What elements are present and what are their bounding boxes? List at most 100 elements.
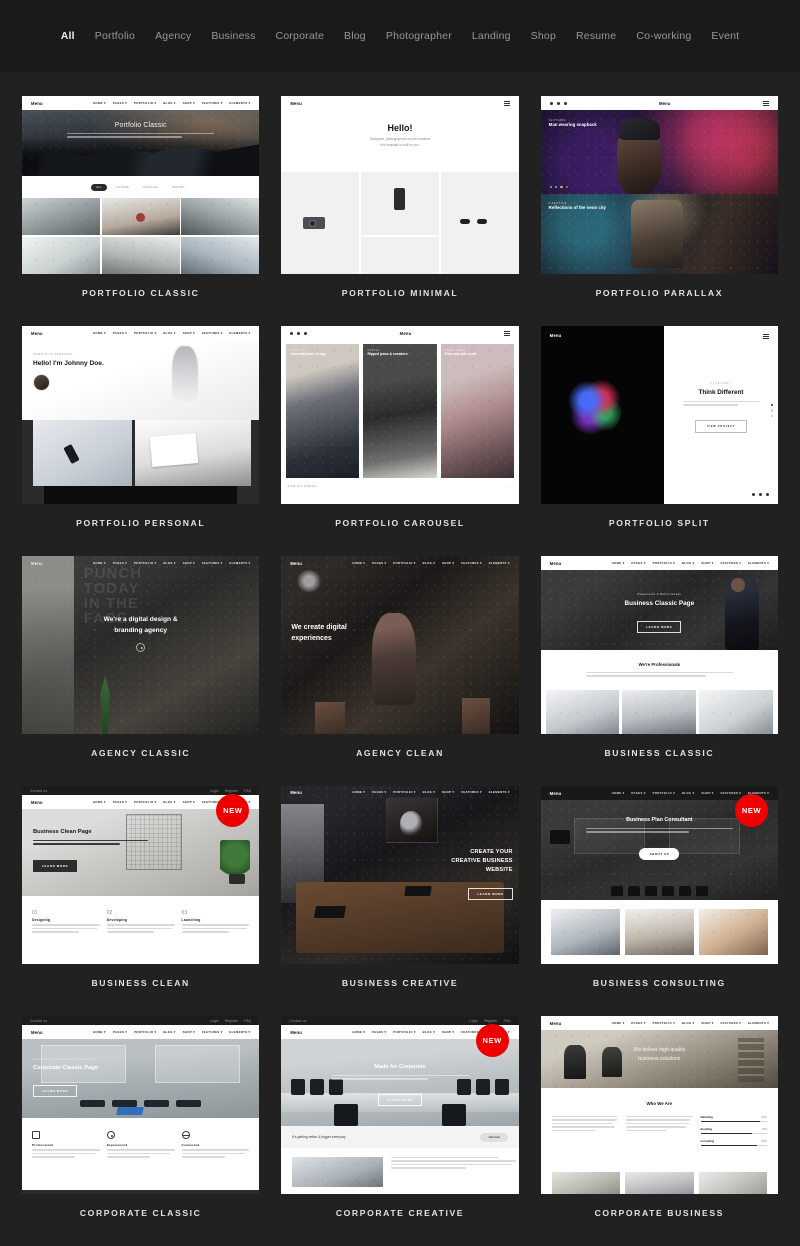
mock-filter-tab: NATURE <box>116 185 130 189</box>
mock-work-2[interactable] <box>135 420 252 486</box>
mock-menu-item: PAGES ▾ <box>112 800 127 804</box>
template-card-corporate-creative[interactable]: Contact us Login Register FAQ Menu HOME ▾ PA… <box>281 1016 519 1194</box>
template-grid-wrapper: Menu HOME ▾ PAGES ▾ PORTFOLIO ▾ BLOG ▾ SHOP ▾… <box>0 72 800 1246</box>
mock-menu: HOME ▾ PAGES ▾ PORTFOLIO ▾ BLOG ▾ SHOP ▾ FEAT… <box>93 101 250 105</box>
mock-socials[interactable] <box>751 493 769 496</box>
filter-item-blog[interactable]: Blog <box>334 27 376 45</box>
filter-item-landing[interactable]: Landing <box>462 27 521 45</box>
filter-item-resume[interactable]: Resume <box>566 27 626 45</box>
mock-dark-strip <box>44 486 238 504</box>
filter-item-photographer[interactable]: Photographer <box>376 27 462 45</box>
mock-skill: Marketing 90% <box>700 1116 767 1122</box>
template-card-business-creative[interactable]: CREATE YOUR CREATIVE BUSINESS WEBSITE LEAR… <box>281 786 519 964</box>
mock-navbar: Menu <box>281 326 519 340</box>
mock-hero-title: We're a digital design & branding agency <box>103 616 178 634</box>
mock-skill-value: 78% <box>761 1127 767 1131</box>
mock-view-project-button[interactable]: VIEW PROJECT <box>695 419 748 433</box>
mock-skills: Marketing 90% Branding 78% Consulting 85… <box>700 1116 767 1151</box>
play-icon[interactable] <box>136 643 146 652</box>
mock-learn-more-button[interactable]: LEARN MORE <box>33 1085 78 1097</box>
template-card-agency-clean[interactable]: We create digital experiences Menu HOME ▾… <box>281 556 519 734</box>
hamburger-icon[interactable] <box>762 100 769 106</box>
filter-item-shop[interactable]: Shop <box>521 27 566 45</box>
hamburger-icon[interactable] <box>762 334 769 339</box>
mock-feature-title: Experienced <box>106 1143 128 1147</box>
mock-features: Professional Experienced Connected <box>22 1118 260 1190</box>
pager-prev-icon[interactable]: ‹ <box>505 484 506 488</box>
template-card-portfolio-classic[interactable]: Menu HOME ▾ PAGES ▾ PORTFOLIO ▾ BLOG ▾ SHOP ▾… <box>22 96 260 274</box>
mock-menu-item: HOME ▾ <box>93 800 106 804</box>
mock-about-us-button[interactable]: ABOUT US <box>639 847 680 860</box>
mock-navbar: Menu HOME ▾ PAGES ▾ PORTFOLIO ▾ BLOG ▾ SHOP ▾… <box>22 326 260 340</box>
template-card-agency-classic[interactable]: PUNCH TODAY IN THE FACE. We're a digital de… <box>22 556 260 734</box>
new-badge: NEW <box>734 794 768 827</box>
template-caption-business-classic: BUSINESS CLASSIC <box>604 748 715 758</box>
template-card-portfolio-minimal[interactable]: Menu Hello! Designers, photographers and… <box>281 96 519 274</box>
mock-socials[interactable] <box>290 331 308 335</box>
mock-topbar-left: Contact us <box>289 1018 307 1023</box>
pager-next-icon[interactable]: › <box>512 484 513 488</box>
filter-item-all[interactable]: All <box>51 27 85 45</box>
hamburger-icon[interactable] <box>503 100 510 106</box>
template-card-business-classic[interactable]: Menu HOME ▾ PAGES ▾ PORTFOLIO ▾ BLOG ▾ SHOP ▾… <box>540 556 778 734</box>
mock-step-number: 02 <box>106 910 113 916</box>
mock-learn-more-button[interactable]: LEARN MORE <box>637 621 682 633</box>
template-caption-agency-clean: AGENCY CLEAN <box>356 748 444 758</box>
mock-hero-copy: CREATE YOUR CREATIVE BUSINESS WEBSITE LEAR… <box>375 848 513 900</box>
mock-learn-more-button[interactable]: LEARN MORE <box>33 859 78 872</box>
mock-menu-item: HOME ▾ <box>611 1021 625 1025</box>
mock-learn-more-button[interactable]: LEARN MORE <box>377 1093 423 1106</box>
mock-hero-copy: Business Clean Page LEARN MORE <box>33 829 180 872</box>
mock-socials[interactable] <box>549 101 567 105</box>
mock-join-now-button[interactable]: Join now <box>480 1132 508 1142</box>
mock-feature-title: Connected <box>181 1143 200 1147</box>
mock-hero: AWESOME & CLEAN BUSINESS TEMPLATE Corpor… <box>22 1039 260 1118</box>
template-card-business-consulting[interactable]: Menu HOME ▾ PAGES ▾ PORTFOLIO ▾ BLOG ▾ SHOP ▾… <box>540 786 778 964</box>
gear-icon <box>106 1131 115 1139</box>
mock-menu-item: PAGES ▾ <box>372 561 387 565</box>
filter-item-portfolio[interactable]: Portfolio <box>85 27 145 45</box>
mock-slide-dots[interactable] <box>549 185 569 188</box>
mock-menu-item: BLOG ▾ <box>681 791 695 795</box>
mock-carousel-slide[interactable]: Casual Ripped jeans & sneakers <box>363 344 437 478</box>
mock-menu-item: HOME ▾ <box>352 561 366 565</box>
mock-menu-item: BLOG ▾ <box>163 800 176 804</box>
mock-topbar-right: Login Register FAQ <box>210 1019 251 1023</box>
template-card-business-clean[interactable]: Contact us Login Register FAQ Menu HOME ▾ PA… <box>22 786 260 964</box>
template-card-corporate-business[interactable]: Menu HOME ▾ PAGES ▾ PORTFOLIO ▾ BLOG ▾ SHOP ▾… <box>540 1016 778 1194</box>
mock-menu-item: FEATURES ▾ <box>720 561 742 565</box>
mock-work-1[interactable] <box>33 420 133 486</box>
mock-menu-item: BLOG ▾ <box>163 561 176 565</box>
mock-learn-more-button[interactable]: LEARN MORE <box>468 888 513 900</box>
mock-filter-tab: WINTER <box>172 185 185 189</box>
mock-logo: Menu <box>399 330 412 336</box>
mock-hero-eyebrow: CATEGORY <box>710 382 732 385</box>
mock-view-all-link[interactable]: VIEW ALL WORKS <box>287 485 316 488</box>
mock-hero-copy: PORTFOLIO PERSONAL Hello! I'm Johnny Doe… <box>33 353 104 391</box>
mock-step: 02 Developing <box>106 910 175 935</box>
hamburger-icon[interactable] <box>503 330 510 336</box>
filter-item-co-working[interactable]: Co-working <box>626 27 701 45</box>
filter-item-corporate[interactable]: Corporate <box>266 27 335 45</box>
template-card-portfolio-parallax[interactable]: Menu Clothing Man wearing snapback Lifes… <box>540 96 778 274</box>
mock-hero-title: Hello! I'm Johnny Doe. <box>33 360 104 367</box>
mock-carousel-slide[interactable]: Outdoor Coat with jeans & bag <box>286 344 360 478</box>
mock-topbar-link: Register <box>224 788 239 793</box>
template-card-portfolio-carousel[interactable]: Menu Outdoor Coat with jeans & bag Casua… <box>281 326 519 504</box>
mock-bottom-gallery <box>540 1172 778 1194</box>
template-card-portfolio-personal[interactable]: Menu HOME ▾ PAGES ▾ PORTFOLIO ▾ BLOG ▾ SHOP ▾… <box>22 326 260 504</box>
mock-menu-item: HOME ▾ <box>93 331 106 335</box>
template-cell-business-consulting: Menu HOME ▾ PAGES ▾ PORTFOLIO ▾ BLOG ▾ SHOP ▾… <box>540 786 778 1016</box>
mock-skill-value: 85% <box>761 1139 767 1143</box>
filter-item-business[interactable]: Business <box>201 27 265 45</box>
template-card-corporate-classic[interactable]: Contact us Login Register FAQ Menu HOME ▾ PA… <box>22 1016 260 1194</box>
template-cell-portfolio-carousel: Menu Outdoor Coat with jeans & bag Casua… <box>281 326 519 556</box>
template-card-portfolio-split[interactable]: Menu CATEGORY Think Different VIEW PROJE… <box>540 326 778 504</box>
mock-pager[interactable]: ‹ › <box>505 484 513 488</box>
filter-item-agency[interactable]: Agency <box>145 27 201 45</box>
filter-item-event[interactable]: Event <box>701 27 749 45</box>
mock-gallery <box>22 198 260 274</box>
mock-slide-dots[interactable] <box>770 404 773 418</box>
mock-product-sunglasses <box>440 172 519 274</box>
mock-carousel-slide[interactable]: Streetwear Pink coat with scarf <box>440 344 514 478</box>
